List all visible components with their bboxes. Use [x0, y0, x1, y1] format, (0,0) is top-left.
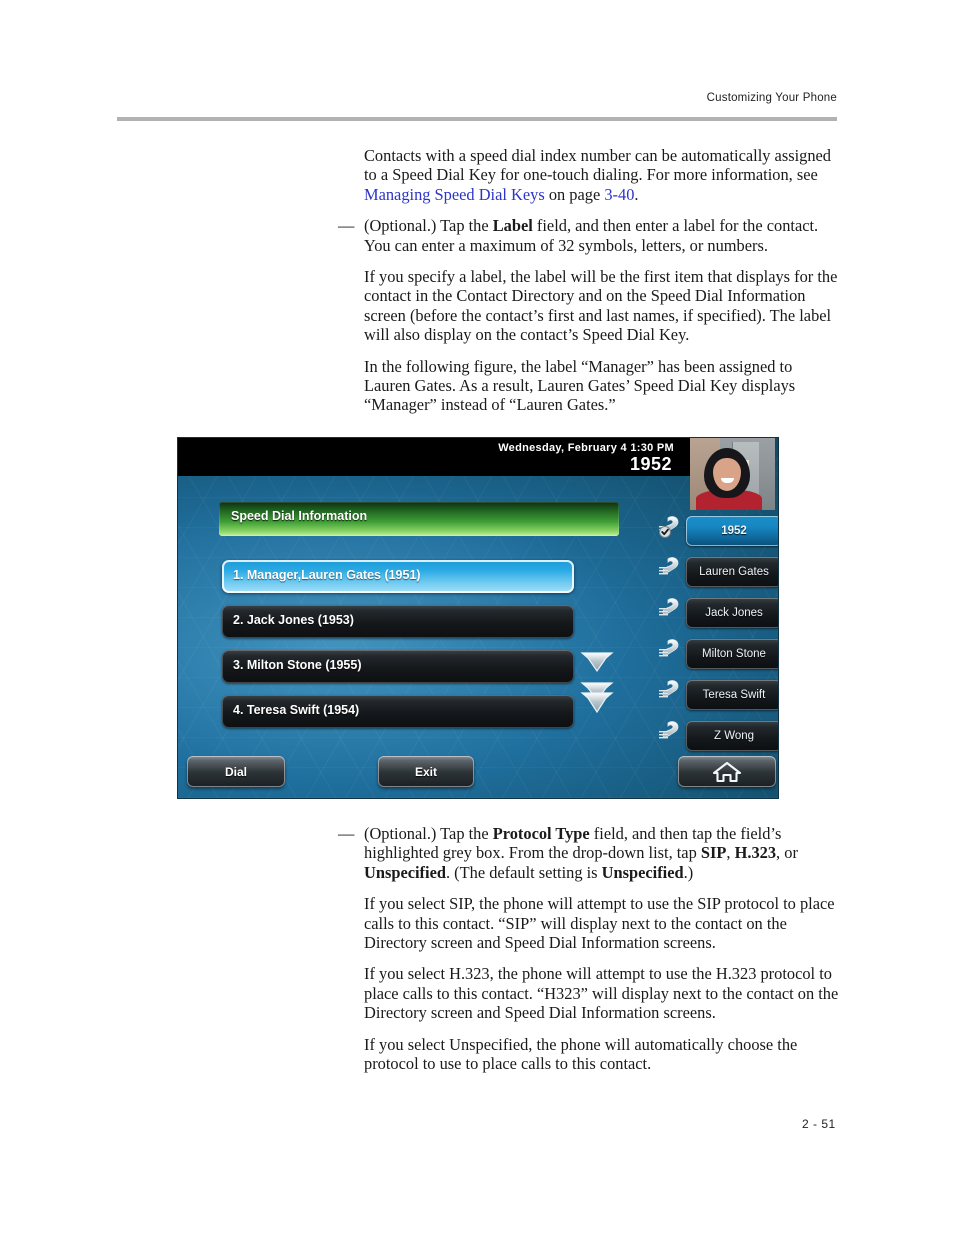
- protocol-bold-protocol-type: Protocol Type: [492, 824, 590, 843]
- speed-dial-row-1-label: 1. Manager,Lauren Gates (1951): [233, 568, 421, 582]
- protocol-bold-h323: H.323: [734, 843, 777, 863]
- link-page-3-40[interactable]: 3-40: [604, 185, 634, 204]
- paragraph-unspecified: If you select Unspecified, the phone wil…: [364, 1034, 798, 1074]
- intro-text-a: Contacts with a speed dial index number …: [364, 146, 831, 185]
- bullet-protocol-type: — (Optional.) Tap the Protocol Type fiel…: [338, 824, 842, 882]
- running-header: Customizing Your Phone: [706, 92, 837, 104]
- bullet-protocol-text: (Optional.) Tap the Protocol Type field,…: [364, 824, 842, 882]
- softkey-home[interactable]: [678, 756, 776, 787]
- speed-dial-row-3[interactable]: 3. Milton Stone (1955): [222, 650, 574, 683]
- paragraph-intro: Contacts with a speed dial index number …: [364, 146, 842, 204]
- bullet-dash: —: [338, 216, 355, 236]
- body-content: Contacts with a speed dial index number …: [338, 146, 842, 427]
- line-key-1952[interactable]: 1952: [686, 516, 778, 546]
- phone-screen-figure: Wednesday, February 4 1:30 PM 1952 Speed…: [178, 438, 778, 798]
- bullet-label-text: (Optional.) Tap the Label field, and the…: [364, 216, 842, 255]
- line-key-jack-jones[interactable]: Jack Jones: [686, 598, 778, 628]
- line-key-milton-stone[interactable]: Milton Stone: [686, 639, 778, 669]
- handset-registered-icon-5: [659, 678, 685, 702]
- double-chevron-down-icon[interactable]: [580, 681, 614, 714]
- bullet-dash-protocol: —: [338, 824, 355, 843]
- protocol-a: (Optional.) Tap the: [364, 824, 493, 843]
- paragraph-sip: If you select SIP, the phone will attemp…: [364, 894, 835, 953]
- chevron-down-icon[interactable]: [580, 650, 614, 673]
- line-key-lauren-gates-label: Lauren Gates: [699, 566, 769, 578]
- line-key-jack-jones-label: Jack Jones: [705, 607, 763, 619]
- screen-title-label: Speed Dial Information: [231, 509, 368, 523]
- line-key-1952-label: 1952: [721, 525, 747, 537]
- line-key-z-wong[interactable]: Z Wong: [686, 721, 778, 751]
- handset-registered-icon-4: [659, 637, 685, 661]
- protocol-bold-sip: SIP: [700, 843, 727, 863]
- softkey-dial-label: Dial: [224, 764, 247, 779]
- line-key-z-wong-label: Z Wong: [713, 730, 755, 742]
- bullet-label-field: — (Optional.) Tap the Label field, and t…: [338, 216, 842, 255]
- speed-dial-row-1[interactable]: 1. Manager,Lauren Gates (1951): [222, 560, 574, 593]
- handset-registered-icon-2: [659, 555, 685, 579]
- protocol-d: , or: [776, 843, 798, 863]
- handset-registered-icon-6: [659, 719, 685, 743]
- softkey-exit[interactable]: Exit: [378, 756, 474, 787]
- body-content-lower: — (Optional.) Tap the Protocol Type fiel…: [338, 824, 842, 1085]
- home-icon: [678, 756, 776, 787]
- speed-dial-row-2[interactable]: 2. Jack Jones (1953): [222, 605, 574, 638]
- header-rule: [117, 117, 837, 121]
- protocol-bold-unspecified-2: Unspecified: [601, 862, 684, 882]
- paragraph-specify-label: If you specify a label, the label will b…: [364, 267, 838, 345]
- bullet-label-a: (Optional.) Tap the: [364, 216, 493, 236]
- paragraph-following-figure: In the following figure, the label “Mana…: [364, 356, 796, 415]
- intro-text-b: on page: [544, 184, 605, 204]
- line-key-teresa-swift-label: Teresa Swift: [702, 689, 766, 701]
- bullet-label-bold: Label: [492, 216, 533, 236]
- status-extension: 1952: [629, 454, 672, 474]
- speed-dial-row-4-label: 4. Teresa Swift (1954): [233, 703, 360, 717]
- protocol-c: ,: [726, 843, 735, 863]
- video-thumbnail[interactable]: [690, 438, 775, 510]
- paragraph-h323: If you select H.323, the phone will atte…: [364, 964, 839, 1023]
- line-key-lauren-gates[interactable]: Lauren Gates: [686, 557, 778, 587]
- page-number: 2 - 51: [802, 1117, 836, 1131]
- handset-registered-icon-1: [659, 514, 685, 538]
- softkey-exit-label: Exit: [414, 764, 437, 779]
- line-key-milton-stone-label: Milton Stone: [702, 648, 766, 660]
- protocol-e: . (The default setting is: [445, 862, 602, 882]
- speed-dial-row-4[interactable]: 4. Teresa Swift (1954): [222, 695, 574, 728]
- softkey-dial[interactable]: Dial: [187, 756, 285, 787]
- line-key-teresa-swift[interactable]: Teresa Swift: [686, 680, 778, 710]
- handset-registered-icon-3: [659, 596, 685, 620]
- status-datetime: Wednesday, February 4 1:30 PM: [498, 442, 674, 454]
- protocol-bold-unspecified-1: Unspecified: [364, 862, 446, 882]
- speed-dial-row-2-label: 2. Jack Jones (1953): [233, 613, 354, 627]
- status-bar: Wednesday, February 4 1:30 PM 1952: [178, 438, 690, 476]
- speed-dial-row-3-label: 3. Milton Stone (1955): [233, 658, 362, 672]
- intro-text-c: .: [634, 184, 639, 204]
- screen-title-bar: Speed Dial Information: [219, 502, 619, 536]
- protocol-f: .): [683, 862, 694, 882]
- link-managing-speed-dial-keys[interactable]: Managing Speed Dial Keys: [364, 185, 545, 204]
